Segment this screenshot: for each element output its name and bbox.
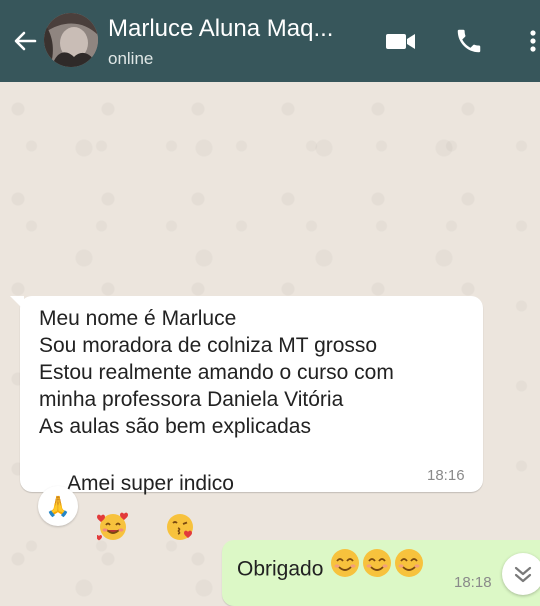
smiling-face-icon: [329, 549, 361, 585]
more-vert-icon[interactable]: [522, 26, 540, 56]
avatar[interactable]: [44, 13, 98, 67]
video-call-icon[interactable]: [384, 26, 418, 56]
reaction-badge[interactable]: 🙏: [38, 486, 78, 526]
message-line: Sou moradora de colniza MT grosso: [39, 334, 378, 357]
contact-status: online: [108, 49, 154, 68]
message-line: Amei super indico: [62, 472, 234, 495]
outgoing-message-bubble[interactable]: Obrigado 18:18: [222, 540, 540, 606]
smiling-face-icon: [361, 549, 393, 585]
contact-name[interactable]: Marluce Aluna Maq...: [108, 15, 333, 43]
phone-icon[interactable]: [454, 26, 488, 56]
message-timestamp: 18:16: [427, 467, 465, 484]
scroll-to-bottom-button[interactable]: [502, 553, 540, 595]
outgoing-message-text-row: Obrigado: [237, 549, 425, 585]
message-line: Estou realmente amando o curso com: [39, 361, 394, 384]
smiling-face-icon: [393, 549, 425, 585]
double-chevron-down-icon: [514, 566, 532, 583]
chat-header: Marluce Aluna Maq... online: [0, 0, 540, 82]
message-line: As aulas são bem explicadas: [39, 415, 311, 438]
folded-hands-icon: 🙏: [45, 495, 71, 518]
incoming-message-bubble[interactable]: Meu nome é Marluce Sou moradora de colni…: [10, 296, 483, 541]
message-text: Obrigado: [237, 557, 324, 581]
back-arrow-icon[interactable]: [10, 26, 40, 56]
message-timestamp: 18:18: [454, 574, 492, 591]
face-blowing-kiss-icon: [129, 496, 196, 572]
message-line: minha professora Daniela Vitória: [39, 388, 344, 411]
message-line: Meu nome é Marluce: [39, 307, 237, 330]
